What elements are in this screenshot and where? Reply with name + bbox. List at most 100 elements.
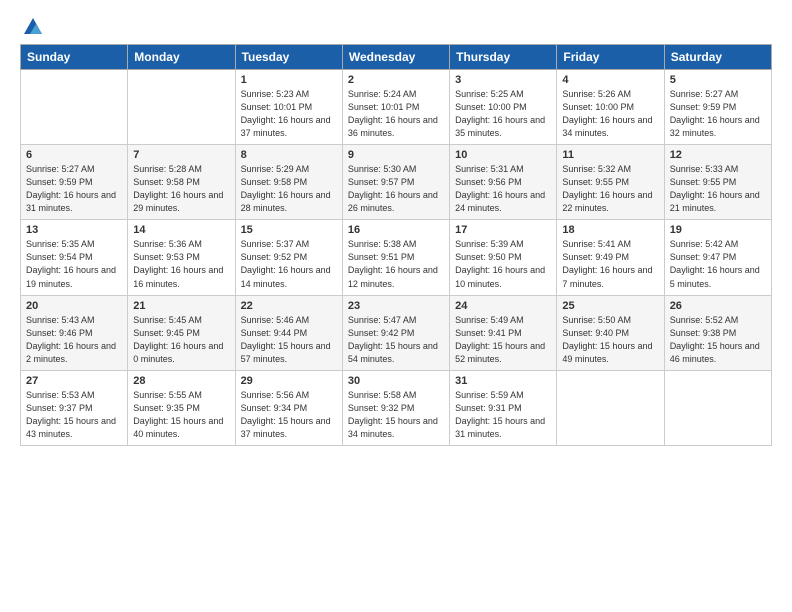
day-info: Sunrise: 5:42 AM Sunset: 9:47 PM Dayligh… [670, 238, 766, 290]
day-info: Sunrise: 5:39 AM Sunset: 9:50 PM Dayligh… [455, 238, 551, 290]
calendar-cell: 24Sunrise: 5:49 AM Sunset: 9:41 PM Dayli… [450, 295, 557, 370]
day-number: 19 [670, 224, 766, 236]
day-number: 9 [348, 149, 444, 161]
calendar-cell: 11Sunrise: 5:32 AM Sunset: 9:55 PM Dayli… [557, 145, 664, 220]
calendar-cell: 5 Sunrise: 5:27 AM Sunset: 9:59 PM Daylig… [664, 70, 771, 145]
day-number: 28 [133, 375, 229, 387]
day-number: 23 [348, 300, 444, 312]
calendar-cell: 31 Sunrise: 5:59 AM Sunset: 9:31 PM Dayli… [450, 370, 557, 445]
day-info: Sunrise: 5:43 AM Sunset: 9:46 PM Dayligh… [26, 314, 122, 366]
calendar-cell: 6Sunrise: 5:27 AM Sunset: 9:59 PM Daylig… [21, 145, 128, 220]
calendar-cell: 15Sunrise: 5:37 AM Sunset: 9:52 PM Dayli… [235, 220, 342, 295]
day-info: Sunrise: 5:27 AM Sunset: 9:59 PM Dayligh… [26, 163, 122, 215]
calendar-week-5: 27Sunrise: 5:53 AM Sunset: 9:37 PM Dayli… [21, 370, 772, 445]
day-number: 12 [670, 149, 766, 161]
day-number: 8 [241, 149, 337, 161]
calendar-cell: 7Sunrise: 5:28 AM Sunset: 9:58 PM Daylig… [128, 145, 235, 220]
calendar-cell: 12 Sunrise: 5:33 AM Sunset: 9:55 PM Dayli… [664, 145, 771, 220]
calendar-cell: 20 Sunrise: 5:43 AM Sunset: 9:46 PM Dayli… [21, 295, 128, 370]
day-number: 3 [455, 74, 551, 86]
day-info: Sunrise: 5:58 AM Sunset: 9:32 PM Dayligh… [348, 389, 444, 441]
day-number: 1 [241, 74, 337, 86]
calendar-week-1: 1 Sunrise: 5:23 AM Sunset: 10:01 PM Dayli… [21, 70, 772, 145]
day-info: Sunrise: 5:55 AM Sunset: 9:35 PM Dayligh… [133, 389, 229, 441]
day-number: 14 [133, 224, 229, 236]
calendar-cell: 2 Sunrise: 5:24 AM Sunset: 10:01 PM Dayli… [342, 70, 449, 145]
logo [20, 16, 44, 38]
calendar-cell: 29 Sunrise: 5:56 AM Sunset: 9:34 PM Dayli… [235, 370, 342, 445]
day-number: 16 [348, 224, 444, 236]
day-info: Sunrise: 5:30 AM Sunset: 9:57 PM Dayligh… [348, 163, 444, 215]
day-info: Sunrise: 5:33 AM Sunset: 9:55 PM Dayligh… [670, 163, 766, 215]
day-info: Sunrise: 5:26 AM Sunset: 10:00 PM Daylig… [562, 88, 658, 140]
day-number: 26 [670, 300, 766, 312]
day-info: Sunrise: 5:32 AM Sunset: 9:55 PM Dayligh… [562, 163, 658, 215]
day-info: Sunrise: 5:36 AM Sunset: 9:53 PM Dayligh… [133, 238, 229, 290]
day-info: Sunrise: 5:27 AM Sunset: 9:59 PM Dayligh… [670, 88, 766, 140]
day-info: Sunrise: 5:49 AM Sunset: 9:41 PM Dayligh… [455, 314, 551, 366]
calendar-cell: 28 Sunrise: 5:55 AM Sunset: 9:35 PM Dayli… [128, 370, 235, 445]
calendar-cell: 27Sunrise: 5:53 AM Sunset: 9:37 PM Dayli… [21, 370, 128, 445]
calendar-cell: 9 Sunrise: 5:30 AM Sunset: 9:57 PM Daylig… [342, 145, 449, 220]
calendar-cell: 8 Sunrise: 5:29 AM Sunset: 9:58 PM Daylig… [235, 145, 342, 220]
day-info: Sunrise: 5:28 AM Sunset: 9:58 PM Dayligh… [133, 163, 229, 215]
weekday-header-tuesday: Tuesday [235, 45, 342, 70]
day-number: 10 [455, 149, 551, 161]
calendar: SundayMondayTuesdayWednesdayThursdayFrid… [20, 44, 772, 446]
day-info: Sunrise: 5:45 AM Sunset: 9:45 PM Dayligh… [133, 314, 229, 366]
day-info: Sunrise: 5:56 AM Sunset: 9:34 PM Dayligh… [241, 389, 337, 441]
day-number: 2 [348, 74, 444, 86]
calendar-cell: 26 Sunrise: 5:52 AM Sunset: 9:38 PM Dayli… [664, 295, 771, 370]
day-number: 25 [562, 300, 658, 312]
weekday-header-friday: Friday [557, 45, 664, 70]
calendar-cell: 1 Sunrise: 5:23 AM Sunset: 10:01 PM Dayli… [235, 70, 342, 145]
day-number: 18 [562, 224, 658, 236]
calendar-cell: 4Sunrise: 5:26 AM Sunset: 10:00 PM Dayli… [557, 70, 664, 145]
calendar-cell: 23 Sunrise: 5:47 AM Sunset: 9:42 PM Dayli… [342, 295, 449, 370]
day-number: 21 [133, 300, 229, 312]
day-info: Sunrise: 5:59 AM Sunset: 9:31 PM Dayligh… [455, 389, 551, 441]
day-number: 5 [670, 74, 766, 86]
day-number: 29 [241, 375, 337, 387]
calendar-cell: 17 Sunrise: 5:39 AM Sunset: 9:50 PM Dayli… [450, 220, 557, 295]
calendar-cell: 18Sunrise: 5:41 AM Sunset: 9:49 PM Dayli… [557, 220, 664, 295]
page: SundayMondayTuesdayWednesdayThursdayFrid… [0, 0, 792, 462]
day-number: 30 [348, 375, 444, 387]
weekday-header-wednesday: Wednesday [342, 45, 449, 70]
day-info: Sunrise: 5:31 AM Sunset: 9:56 PM Dayligh… [455, 163, 551, 215]
calendar-week-4: 20 Sunrise: 5:43 AM Sunset: 9:46 PM Dayli… [21, 295, 772, 370]
weekday-header-thursday: Thursday [450, 45, 557, 70]
weekday-header-sunday: Sunday [21, 45, 128, 70]
weekday-header-row: SundayMondayTuesdayWednesdayThursdayFrid… [21, 45, 772, 70]
calendar-cell: 10 Sunrise: 5:31 AM Sunset: 9:56 PM Dayli… [450, 145, 557, 220]
day-info: Sunrise: 5:53 AM Sunset: 9:37 PM Dayligh… [26, 389, 122, 441]
calendar-cell: 21 Sunrise: 5:45 AM Sunset: 9:45 PM Dayli… [128, 295, 235, 370]
day-number: 31 [455, 375, 551, 387]
calendar-cell [128, 70, 235, 145]
day-info: Sunrise: 5:50 AM Sunset: 9:40 PM Dayligh… [562, 314, 658, 366]
day-info: Sunrise: 5:47 AM Sunset: 9:42 PM Dayligh… [348, 314, 444, 366]
day-info: Sunrise: 5:38 AM Sunset: 9:51 PM Dayligh… [348, 238, 444, 290]
header [20, 16, 772, 38]
calendar-cell: 3Sunrise: 5:25 AM Sunset: 10:00 PM Dayli… [450, 70, 557, 145]
calendar-week-3: 13 Sunrise: 5:35 AM Sunset: 9:54 PM Dayli… [21, 220, 772, 295]
day-number: 15 [241, 224, 337, 236]
calendar-cell [557, 370, 664, 445]
day-number: 17 [455, 224, 551, 236]
calendar-cell: 16 Sunrise: 5:38 AM Sunset: 9:51 PM Dayli… [342, 220, 449, 295]
day-number: 22 [241, 300, 337, 312]
day-info: Sunrise: 5:52 AM Sunset: 9:38 PM Dayligh… [670, 314, 766, 366]
calendar-cell [664, 370, 771, 445]
calendar-cell: 13 Sunrise: 5:35 AM Sunset: 9:54 PM Dayli… [21, 220, 128, 295]
calendar-cell: 14 Sunrise: 5:36 AM Sunset: 9:53 PM Dayli… [128, 220, 235, 295]
weekday-header-monday: Monday [128, 45, 235, 70]
day-number: 20 [26, 300, 122, 312]
day-info: Sunrise: 5:24 AM Sunset: 10:01 PM Daylig… [348, 88, 444, 140]
day-info: Sunrise: 5:46 AM Sunset: 9:44 PM Dayligh… [241, 314, 337, 366]
calendar-cell: 22 Sunrise: 5:46 AM Sunset: 9:44 PM Dayli… [235, 295, 342, 370]
day-info: Sunrise: 5:35 AM Sunset: 9:54 PM Dayligh… [26, 238, 122, 290]
day-info: Sunrise: 5:23 AM Sunset: 10:01 PM Daylig… [241, 88, 337, 140]
day-info: Sunrise: 5:29 AM Sunset: 9:58 PM Dayligh… [241, 163, 337, 215]
day-number: 13 [26, 224, 122, 236]
calendar-cell [21, 70, 128, 145]
